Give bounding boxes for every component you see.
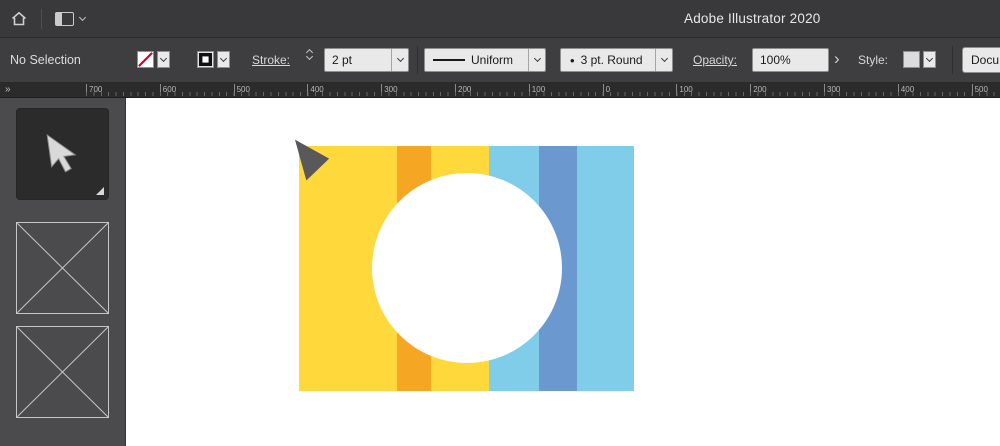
canvas[interactable]	[126, 98, 1000, 446]
artwork[interactable]	[299, 146, 634, 391]
empty-tool-slot-1[interactable]	[16, 222, 109, 314]
stroke-color-control[interactable]	[197, 51, 230, 68]
brush-definition-value: 3 pt. Round	[575, 53, 655, 67]
artwork-stripe[interactable]	[577, 146, 634, 391]
opacity-field[interactable]: 100%	[752, 48, 829, 72]
fill-none-swatch-icon	[137, 51, 154, 68]
graphic-style-control[interactable]	[903, 51, 936, 68]
chevron-down-icon	[220, 54, 227, 61]
control-bar: No Selection Stroke: 2 pt Uniform	[0, 38, 1000, 83]
workspace-icon	[55, 12, 74, 26]
titlebar-separator	[41, 9, 42, 29]
stroke-swatch-icon	[197, 51, 214, 68]
stroke-dropdown-button[interactable]	[217, 51, 230, 68]
width-profile-dropdown-button[interactable]	[528, 49, 545, 71]
group-separator	[417, 46, 418, 74]
tools-panel	[0, 98, 126, 446]
app-title: Adobe Illustrator 2020	[684, 0, 821, 38]
document-setup-button[interactable]: Docu	[962, 47, 1000, 73]
stroke-weight-field[interactable]: 2 pt	[324, 48, 409, 72]
opacity-panel-link[interactable]: Opacity:	[693, 38, 737, 82]
brush-definition-dropdown[interactable]: • 3 pt. Round	[560, 48, 673, 72]
illustrator-window: Adobe Illustrator 2020 No Selection Stro…	[0, 0, 1000, 446]
stroke-panel-link[interactable]: Stroke:	[252, 38, 290, 82]
group-separator	[952, 46, 953, 74]
artwork-circle[interactable]	[372, 173, 562, 363]
width-profile-value: Uniform	[465, 53, 528, 67]
home-button[interactable]	[10, 10, 28, 27]
home-icon	[10, 10, 28, 27]
width-profile-dropdown[interactable]: Uniform	[424, 48, 546, 72]
stroke-weight-dropdown-button[interactable]	[391, 49, 408, 71]
empty-tool-slot-2[interactable]	[16, 326, 109, 418]
title-bar: Adobe Illustrator 2020	[0, 0, 1000, 38]
chevron-down-icon	[533, 55, 540, 62]
empty-slot-x-icon	[17, 327, 108, 417]
chevron-down-icon	[79, 13, 86, 20]
brush-dropdown-button[interactable]	[655, 49, 672, 71]
stroke-weight-stepper[interactable]	[307, 50, 312, 59]
fill-dropdown-button[interactable]	[157, 51, 170, 68]
style-label: Style:	[858, 38, 888, 82]
horizontal-ruler[interactable]: » 7006005004003002001000100200300400500	[0, 83, 1000, 98]
ruler-overflow-indicator[interactable]: »	[5, 83, 11, 96]
tool-flyout-indicator	[96, 187, 104, 195]
stepper-down-icon[interactable]	[306, 53, 313, 60]
selection-tool-icon	[43, 130, 83, 178]
chevron-down-icon	[926, 54, 933, 61]
selection-status: No Selection	[10, 38, 81, 82]
style-swatch	[903, 51, 920, 68]
style-dropdown-button[interactable]	[923, 51, 936, 68]
chevron-down-icon	[396, 55, 403, 62]
workspace	[0, 98, 1000, 446]
selection-tool-button[interactable]	[16, 108, 109, 200]
chevron-down-icon	[160, 54, 167, 61]
opacity-value[interactable]: 100%	[753, 53, 828, 67]
uniform-width-line-icon	[433, 59, 465, 61]
empty-slot-x-icon	[17, 223, 108, 313]
brush-preview-dot-icon: •	[561, 53, 575, 68]
workspace-switcher-button[interactable]	[55, 12, 85, 26]
stroke-weight-value[interactable]: 2 pt	[325, 53, 391, 67]
chevron-down-icon	[660, 55, 667, 62]
fill-color-control[interactable]	[137, 51, 170, 68]
ruler-minor-ticks	[86, 92, 1000, 96]
opacity-options-chevron[interactable]: ›	[834, 38, 840, 80]
